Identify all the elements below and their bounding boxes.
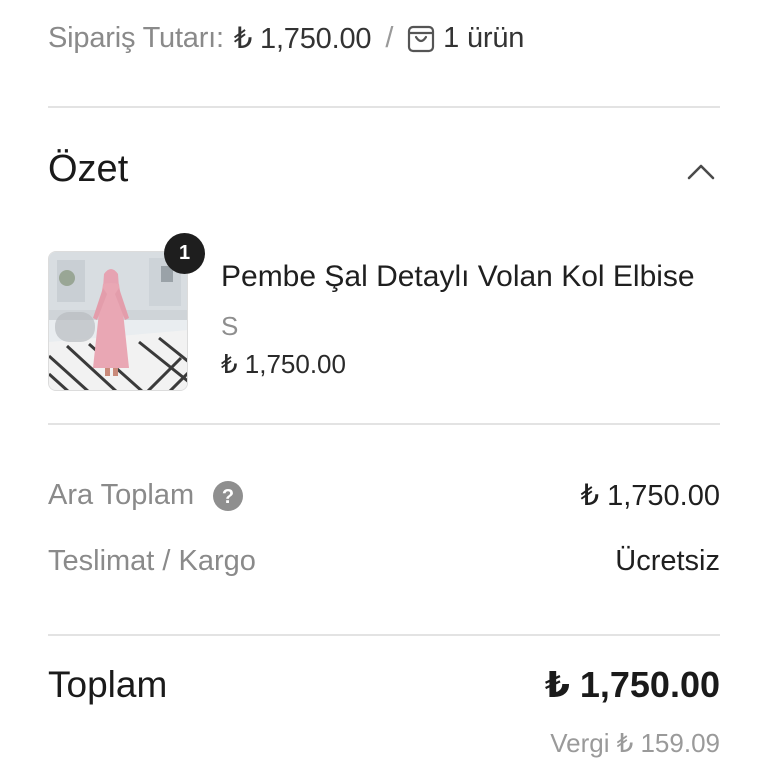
order-item-count: 1 ürün xyxy=(443,21,525,54)
product-image xyxy=(49,252,187,390)
tax-amount: Vergi ₺ 159.09 xyxy=(550,728,720,758)
subtotal-value: ₺ 1,750.00 xyxy=(580,480,720,512)
shipping-value: Ücretsiz xyxy=(615,545,720,577)
shopping-bag-icon xyxy=(408,25,435,53)
subtotal-label: Ara Toplam xyxy=(48,479,195,511)
shipping-row: Teslimat / Kargo Ücretsiz xyxy=(48,545,720,578)
product-price: ₺ 1,750.00 xyxy=(221,349,346,379)
product-name: Pembe Şal Detaylı Volan Kol Elbise xyxy=(221,260,695,293)
order-total-amount: ₺ 1,750.00 xyxy=(233,22,372,55)
shipping-label: Teslimat / Kargo xyxy=(48,545,256,577)
summary-title: Özet xyxy=(48,148,129,190)
quantity-badge: 1 xyxy=(164,233,205,274)
divider xyxy=(48,423,720,425)
order-total-line: Sipariş Tutarı: ₺ 1,750.00 / 1 ürün xyxy=(48,18,524,58)
product-variant: S xyxy=(221,311,239,341)
order-separator: / xyxy=(385,21,394,54)
product-thumbnail xyxy=(48,251,188,391)
checkout-summary-page: Sipariş Tutarı: ₺ 1,750.00 / 1 ürün Özet xyxy=(0,0,768,768)
subtotal-label-group: Ara Toplam ? xyxy=(48,479,244,512)
total-row: Toplam ₺ 1,750.00 xyxy=(48,664,720,706)
subtotal-row: Ara Toplam ? ₺ 1,750.00 xyxy=(48,478,720,513)
divider xyxy=(48,634,720,636)
total-label: Toplam xyxy=(48,664,168,705)
question-mark-icon[interactable]: ? xyxy=(212,480,244,512)
svg-text:?: ? xyxy=(222,486,234,508)
total-value: ₺ 1,750.00 xyxy=(544,664,720,705)
divider xyxy=(48,106,720,108)
order-total-label: Sipariş Tutarı: xyxy=(48,21,224,54)
chevron-up-icon[interactable] xyxy=(684,156,718,186)
